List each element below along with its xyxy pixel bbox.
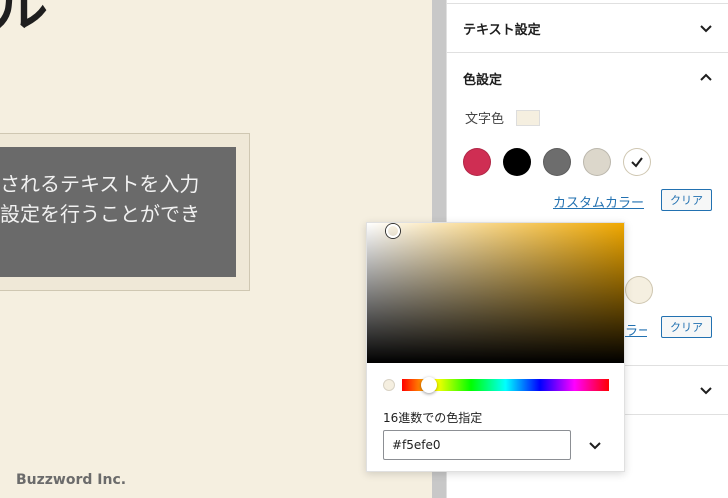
text-color-label: 文字色 (465, 112, 505, 127)
panel-color-settings[interactable]: 色設定 (447, 53, 728, 103)
check-icon (631, 157, 643, 168)
panel-text-settings-title: テキスト設定 (463, 22, 541, 38)
swatch-partial[interactable] (625, 276, 653, 304)
saturation-area[interactable] (367, 223, 624, 363)
picker-arrow (588, 212, 608, 222)
hex-label: 16進数での色指定 (383, 411, 483, 425)
color-palette (463, 148, 651, 176)
swatch-beige[interactable] (583, 148, 611, 176)
swatch-black[interactable] (503, 148, 531, 176)
text-color-indicator (516, 109, 541, 126)
text-color-row: 文字色 (465, 108, 541, 127)
color-preview (383, 379, 395, 391)
saturation-handle[interactable] (386, 224, 400, 238)
swatch-gray[interactable] (543, 148, 571, 176)
hex-input[interactable] (383, 430, 571, 460)
brand-name: Buzzword Inc. (16, 472, 127, 488)
frame-text-line-1: されるテキストを入力 (0, 172, 200, 196)
panel-text-settings[interactable]: テキスト設定 (447, 3, 728, 53)
chevron-up-icon (700, 73, 712, 81)
custom-color-link-secondary[interactable]: ラー (625, 320, 647, 339)
chevron-down-icon (700, 25, 712, 33)
chevron-down-icon (589, 442, 601, 450)
hue-handle[interactable] (421, 377, 437, 393)
format-toggle-button[interactable] (585, 435, 605, 455)
swatch-white-selected[interactable] (623, 148, 651, 176)
panel-color-settings-title: 色設定 (463, 72, 503, 88)
chevron-down-icon (700, 387, 712, 395)
clear-button-secondary[interactable]: クリア (661, 316, 712, 338)
custom-color-link[interactable]: カスタムカラー (553, 192, 644, 211)
frame-text-line-2: 設定を行うことができ (0, 202, 200, 226)
swatch-crimson[interactable] (463, 148, 491, 176)
clear-button[interactable]: クリア (661, 189, 712, 211)
color-picker-popover: 16進数での色指定 (366, 222, 625, 472)
heading-fragment: ル (0, 0, 48, 40)
